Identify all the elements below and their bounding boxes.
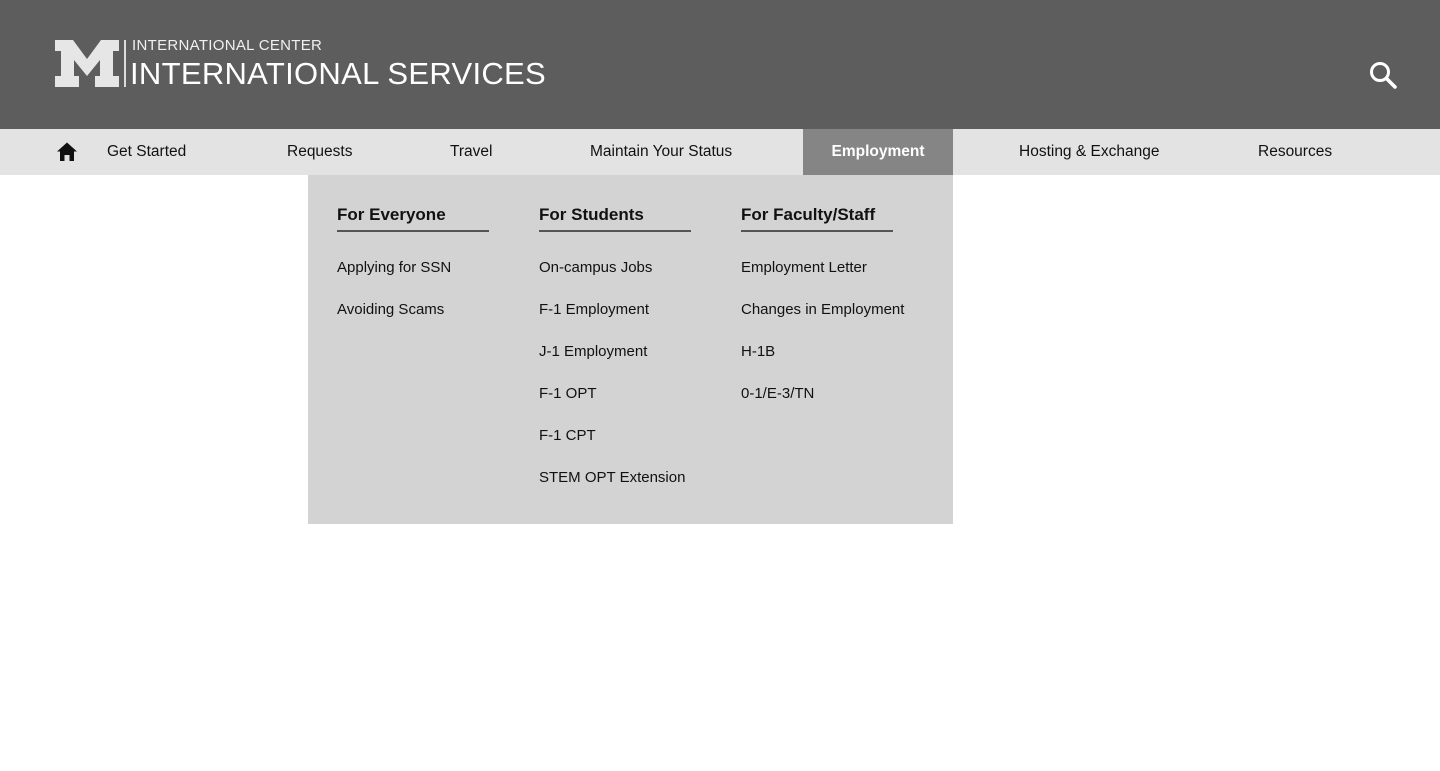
site-title[interactable]: INTERNATIONAL SERVICES: [130, 56, 546, 92]
menu-link-changes-in-employment[interactable]: Changes in Employment: [741, 301, 904, 318]
nav-item-employment[interactable]: Employment: [803, 129, 953, 175]
site-header: INTERNATIONAL CENTER INTERNATIONAL SERVI…: [0, 0, 1440, 129]
menu-link-f1-cpt[interactable]: F-1 CPT: [539, 427, 596, 444]
menu-link-j1-employment[interactable]: J-1 Employment: [539, 343, 647, 360]
nav-item-get-started[interactable]: Get Started: [107, 129, 186, 175]
menu-link-employment-letter[interactable]: Employment Letter: [741, 259, 867, 276]
employment-dropdown: For Everyone Applying for SSN Avoiding S…: [308, 175, 953, 524]
nav-item-travel[interactable]: Travel: [450, 129, 493, 175]
menu-link-avoiding-scams[interactable]: Avoiding Scams: [337, 301, 444, 318]
search-icon: [1370, 62, 1397, 89]
column-heading[interactable]: For Faculty/Staff: [741, 205, 893, 232]
search-button[interactable]: [1368, 60, 1398, 90]
nav-item-hosting-exchange[interactable]: Hosting & Exchange: [1019, 129, 1159, 175]
menu-link-on-campus-jobs[interactable]: On-campus Jobs: [539, 259, 652, 276]
org-subtitle[interactable]: INTERNATIONAL CENTER: [132, 37, 322, 54]
nav-item-requests[interactable]: Requests: [287, 129, 352, 175]
block-m-logo[interactable]: [55, 40, 119, 87]
home-button[interactable]: [56, 141, 78, 163]
menu-link-stem-opt-extension[interactable]: STEM OPT Extension: [539, 469, 685, 486]
menu-link-f1-opt[interactable]: F-1 OPT: [539, 385, 597, 402]
menu-link-h1b[interactable]: H-1B: [741, 343, 775, 360]
home-icon: [57, 142, 77, 161]
column-heading[interactable]: For Students: [539, 205, 691, 232]
menu-link-applying-for-ssn[interactable]: Applying for SSN: [337, 259, 451, 276]
column-heading[interactable]: For Everyone: [337, 205, 489, 232]
nav-item-maintain-your-status[interactable]: Maintain Your Status: [590, 129, 732, 175]
logo-divider: [124, 40, 126, 87]
menu-link-o1-e3-tn[interactable]: 0-1/E-3/TN: [741, 385, 814, 402]
main-nav: Get Started Requests Travel Maintain You…: [0, 129, 1440, 175]
nav-item-resources[interactable]: Resources: [1258, 129, 1332, 175]
menu-link-f1-employment[interactable]: F-1 Employment: [539, 301, 649, 318]
